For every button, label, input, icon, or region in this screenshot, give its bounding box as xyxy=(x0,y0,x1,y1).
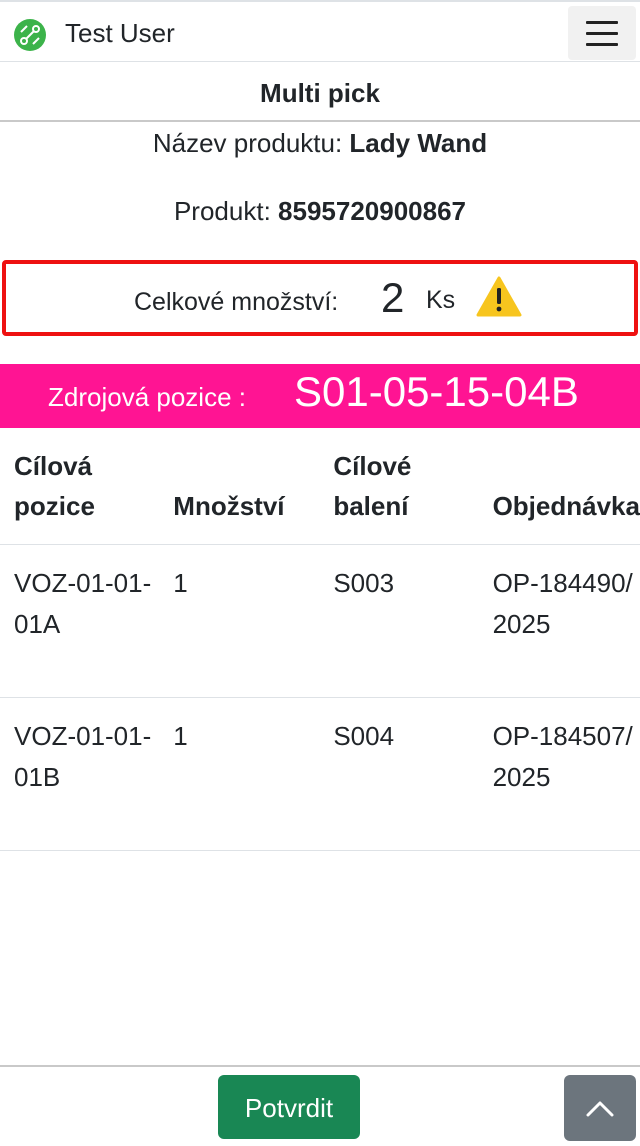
total-quantity-unit: Ks xyxy=(426,286,456,314)
chevron-up-icon xyxy=(586,1101,614,1117)
user-name: Test User xyxy=(65,18,175,48)
cell-target-position: VOZ-01-01-01B xyxy=(0,697,160,851)
product-name-value: Lady Wand xyxy=(349,128,488,158)
table-row[interactable]: VOZ-01-01-01A 1 S003 OP-184490/2025 xyxy=(0,544,640,698)
column-header-order: Objednávka xyxy=(478,430,640,545)
source-position-value: S01-05-15-04B xyxy=(294,368,579,415)
product-code-label: Produkt: xyxy=(173,196,271,226)
product-code-value: 8595720900867 xyxy=(278,196,467,226)
source-position-label: Zdrojová pozice : xyxy=(48,382,246,412)
cell-target-package: S004 xyxy=(319,697,479,851)
confirm-button[interactable]: Potvrdit xyxy=(218,1075,360,1139)
warning-triangle-icon xyxy=(476,276,522,317)
hamburger-line xyxy=(586,43,618,46)
bottom-action-bar: Potvrdit xyxy=(0,1065,640,1144)
hamburger-menu-button[interactable] xyxy=(568,6,636,60)
product-name-label: Název produktu: xyxy=(152,128,343,158)
top-navbar: Test User xyxy=(0,0,640,62)
hamburger-menu-icon xyxy=(586,21,618,24)
hamburger-line xyxy=(586,32,618,35)
app-logo-icon[interactable] xyxy=(13,18,47,52)
total-quantity-value: 2 xyxy=(381,274,405,321)
scroll-to-top-button[interactable] xyxy=(564,1075,636,1141)
page-title: Multi pick xyxy=(0,62,640,122)
cell-order: OP-184507/2025 xyxy=(478,697,640,851)
column-header-quantity: Množství xyxy=(159,430,320,545)
cell-target-position: VOZ-01-01-01A xyxy=(0,544,160,698)
table-header-row: Cílová pozice Množství Cílové balení Obj… xyxy=(0,430,640,545)
total-quantity-box: Celkové množství: 2 Ks xyxy=(2,260,638,336)
cell-quantity: 1 xyxy=(159,544,320,698)
cell-target-package: S003 xyxy=(319,544,479,698)
total-quantity-label: Celkové množství: xyxy=(134,288,339,316)
pick-items-table: Cílová pozice Množství Cílové balení Obj… xyxy=(0,430,640,851)
cell-quantity: 1 xyxy=(159,697,320,851)
table-row[interactable]: VOZ-01-01-01B 1 S004 OP-184507/2025 xyxy=(0,697,640,851)
column-header-target-package: Cílové balení xyxy=(319,430,479,545)
source-position-bar: Zdrojová pozice : S01-05-15-04B xyxy=(0,364,640,428)
column-header-target-position: Cílová pozice xyxy=(0,430,160,545)
product-code-line: Produkt: 8595720900867 xyxy=(0,196,640,227)
product-name-line: Název produktu: Lady Wand xyxy=(0,128,640,159)
cell-order: OP-184490/2025 xyxy=(478,544,640,698)
